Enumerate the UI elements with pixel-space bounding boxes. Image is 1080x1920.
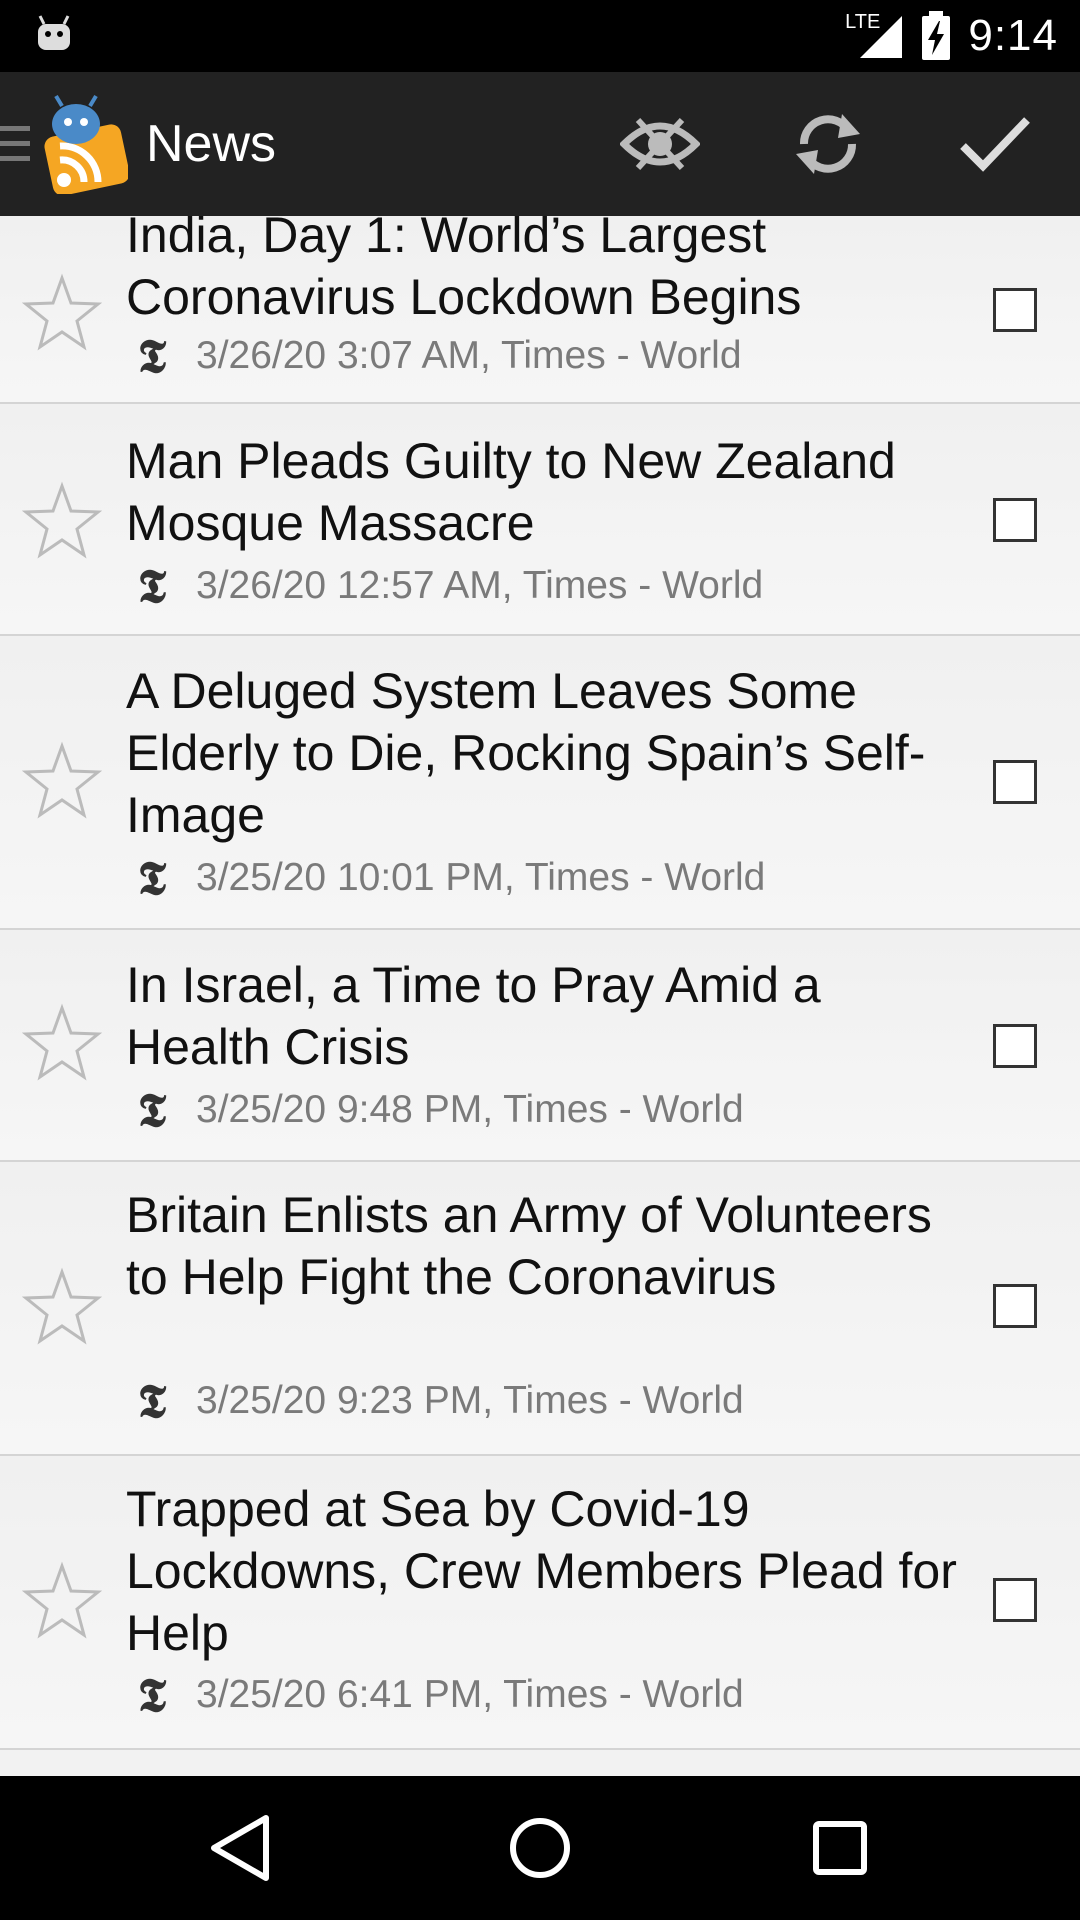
refresh-icon <box>796 114 860 174</box>
article-meta: 𝕿 3/25/20 9:48 PM, Times - World <box>132 1085 744 1135</box>
article-date-source: 3/25/20 10:01 PM, Times - World <box>196 856 766 899</box>
hide-read-icon <box>620 117 700 171</box>
source-logo-icon: 𝕿 <box>137 1374 167 1428</box>
drawer-menu-icon <box>0 126 30 161</box>
article-title[interactable]: In Israel, a Time to Pray Amid a Health … <box>126 954 966 1078</box>
network-type-label: LTE <box>845 10 881 33</box>
read-checkbox[interactable] <box>993 498 1037 542</box>
article-item[interactable]: In Israel, a Time to Pray Amid a Health … <box>0 930 1080 1162</box>
article-title[interactable]: Man Pleads Guilty to New Zealand Mosque … <box>126 430 966 554</box>
star-icon[interactable] <box>22 272 102 352</box>
status-clock: 9:14 <box>968 11 1058 60</box>
home-icon[interactable] <box>500 1808 580 1888</box>
article-item[interactable]: India, Day 1: World’s Largest Coronaviru… <box>0 216 1080 404</box>
mark-all-read-button[interactable] <box>945 94 1045 194</box>
article-title[interactable]: India, Day 1: World’s Largest Coronaviru… <box>126 216 966 328</box>
article-meta: 𝕿 3/26/20 3:07 AM, Times - World <box>132 331 742 381</box>
article-item[interactable]: Trapped at Sea by Covid-19 Lockdowns, Cr… <box>0 1456 1080 1750</box>
star-icon[interactable] <box>22 740 102 820</box>
article-date-source: 3/25/20 6:41 PM, Times - World <box>196 1673 744 1716</box>
back-icon[interactable] <box>200 1808 280 1888</box>
article-meta: 𝕿 3/25/20 10:01 PM, Times - World <box>132 851 766 905</box>
article-list[interactable]: India, Day 1: World’s Largest Coronaviru… <box>0 216 1080 1776</box>
article-item[interactable]: Britain Enlists an Army of Volunteers to… <box>0 1162 1080 1456</box>
article-item[interactable]: Man Pleads Guilty to New Zealand Mosque … <box>0 404 1080 636</box>
article-date-source: 3/26/20 12:57 AM, Times - World <box>196 564 764 607</box>
checkmark-icon <box>960 117 1030 172</box>
article-date-source: 3/26/20 3:07 AM, Times - World <box>196 334 742 377</box>
star-icon[interactable] <box>22 480 102 560</box>
article-meta: 𝕿 3/25/20 6:41 PM, Times - World <box>132 1670 744 1720</box>
source-logo-icon: 𝕿 <box>137 851 167 905</box>
app-home-button[interactable] <box>0 72 130 216</box>
action-bar: News <box>0 72 1080 216</box>
source-logo-icon: 𝕿 <box>137 329 167 383</box>
status-bar: LTE 9:14 <box>0 0 1080 72</box>
navigation-bar <box>0 1776 1080 1920</box>
article-meta: 𝕿 3/25/20 9:23 PM, Times - World <box>132 1376 744 1426</box>
read-checkbox[interactable] <box>993 1578 1037 1622</box>
article-meta: 𝕿 3/26/20 12:57 AM, Times - World <box>132 561 763 611</box>
read-checkbox[interactable] <box>993 288 1037 332</box>
read-checkbox[interactable] <box>993 1284 1037 1328</box>
read-checkbox[interactable] <box>993 760 1037 804</box>
article-item[interactable]: A Deluged System Leaves Some Elderly to … <box>0 636 1080 930</box>
star-icon[interactable] <box>22 1560 102 1640</box>
page-title: News <box>146 115 277 173</box>
article-title[interactable]: Trapped at Sea by Covid-19 Lockdowns, Cr… <box>126 1478 966 1664</box>
star-icon[interactable] <box>22 1002 102 1082</box>
source-logo-icon: 𝕿 <box>137 1668 167 1722</box>
read-checkbox[interactable] <box>993 1024 1037 1068</box>
article-date-source: 3/25/20 9:23 PM, Times - World <box>196 1379 744 1422</box>
battery-charging-icon <box>922 11 951 60</box>
article-title[interactable]: A Deluged System Leaves Some Elderly to … <box>126 660 966 846</box>
recents-icon[interactable] <box>800 1808 880 1888</box>
refresh-button[interactable] <box>778 94 878 194</box>
source-logo-icon: 𝕿 <box>137 1083 167 1137</box>
article-title[interactable]: Britain Enlists an Army of Volunteers to… <box>126 1184 966 1308</box>
source-logo-icon: 𝕿 <box>137 559 167 613</box>
article-date-source: 3/25/20 9:48 PM, Times - World <box>196 1088 744 1131</box>
hide-read-button[interactable] <box>610 94 710 194</box>
star-icon[interactable] <box>22 1266 102 1346</box>
app-logo-icon <box>44 94 128 194</box>
android-debug-icon <box>38 15 70 50</box>
